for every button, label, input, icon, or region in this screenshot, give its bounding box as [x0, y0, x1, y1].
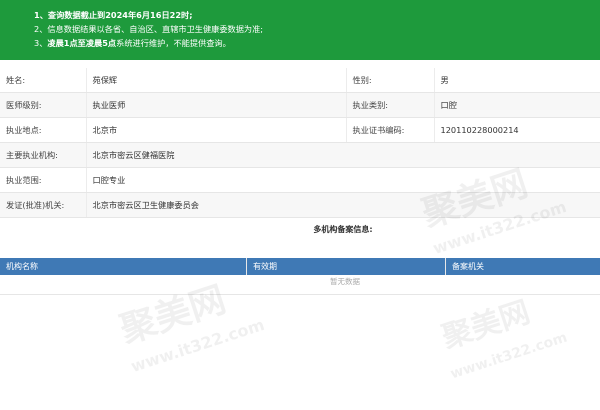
issuer-label: 发证(批准)机关: — [0, 192, 87, 218]
notice-line-2: 2、信息数据结果以各省、自治区、直辖市卫生健康委数据为准; — [34, 24, 264, 34]
grid-divider — [0, 294, 600, 295]
notice-line-3-prefix: 3、 — [34, 38, 48, 48]
watermark-url: www.it322.com — [128, 314, 267, 377]
info-row-issuer: 发证(批准)机关: 北京市密云区卫生健康委员会 — [0, 192, 600, 218]
info-row-scope: 执业范围: 口腔专业 — [0, 167, 600, 193]
notice-line-3-suffix: 系统进行维护，不能提供查询。 — [116, 38, 231, 48]
multi-institution-grid-header: 机构名称 有效期 备案机关 — [0, 258, 600, 275]
location-label: 执业地点: — [0, 117, 87, 143]
location-value: 北京市 — [86, 117, 347, 143]
notice-line-3: 3、凌晨1点至凌晨5点系统进行维护，不能提供查询。 — [34, 36, 600, 50]
level-label: 医师级别: — [0, 92, 87, 118]
category-value: 口腔 — [434, 92, 600, 118]
cert-label: 执业证书编码: — [346, 117, 435, 143]
gender-value: 男 — [434, 68, 600, 93]
gender-label: 性别: — [346, 68, 435, 93]
watermark-brand: 聚美网 — [437, 294, 535, 356]
multi-institution-title: 多机构备案信息: — [313, 225, 373, 234]
category-label: 执业类别: — [346, 92, 435, 118]
column-filing-agency: 备案机关 — [452, 262, 484, 271]
notice-line-1: 1、查询数据截止到2024年6月16日22时; — [34, 10, 193, 20]
column-valid-period: 有效期 — [247, 258, 446, 275]
institution-label: 主要执业机构: — [0, 142, 87, 168]
name-value: 苑保辉 — [86, 68, 347, 93]
info-row-institution: 主要执业机构: 北京市密云区健福医院 — [0, 142, 600, 168]
institution-value: 北京市密云区健福医院 — [86, 142, 600, 168]
info-row-name: 姓名: 苑保辉 性别: 男 — [0, 68, 600, 93]
doctor-info-table: 姓名: 苑保辉 性别: 男 医师级别: 执业医师 执业类别: 口腔 执业地点: … — [0, 68, 600, 218]
notice-line-3-highlight: 凌晨1点至凌晨5点 — [47, 38, 117, 48]
info-row-level: 医师级别: 执业医师 执业类别: 口腔 — [0, 92, 600, 118]
cert-value: 120110228000214 — [434, 117, 600, 143]
watermark-url: www.it322.com — [448, 329, 570, 383]
column-org-name: 机构名称 — [0, 258, 247, 275]
issuer-value: 北京市密云区卫生健康委员会 — [86, 192, 600, 218]
scope-label: 执业范围: — [0, 167, 87, 193]
scope-value: 口腔专业 — [86, 167, 600, 193]
grid-empty-message: 暂无数据 — [330, 277, 360, 286]
name-label: 姓名: — [0, 68, 87, 93]
info-row-location: 执业地点: 北京市 执业证书编码: 120110228000214 — [0, 117, 600, 143]
level-value: 执业医师 — [86, 92, 347, 118]
notice-banner: 1、查询数据截止到2024年6月16日22时; 2、信息数据结果以各省、自治区、… — [0, 0, 600, 60]
